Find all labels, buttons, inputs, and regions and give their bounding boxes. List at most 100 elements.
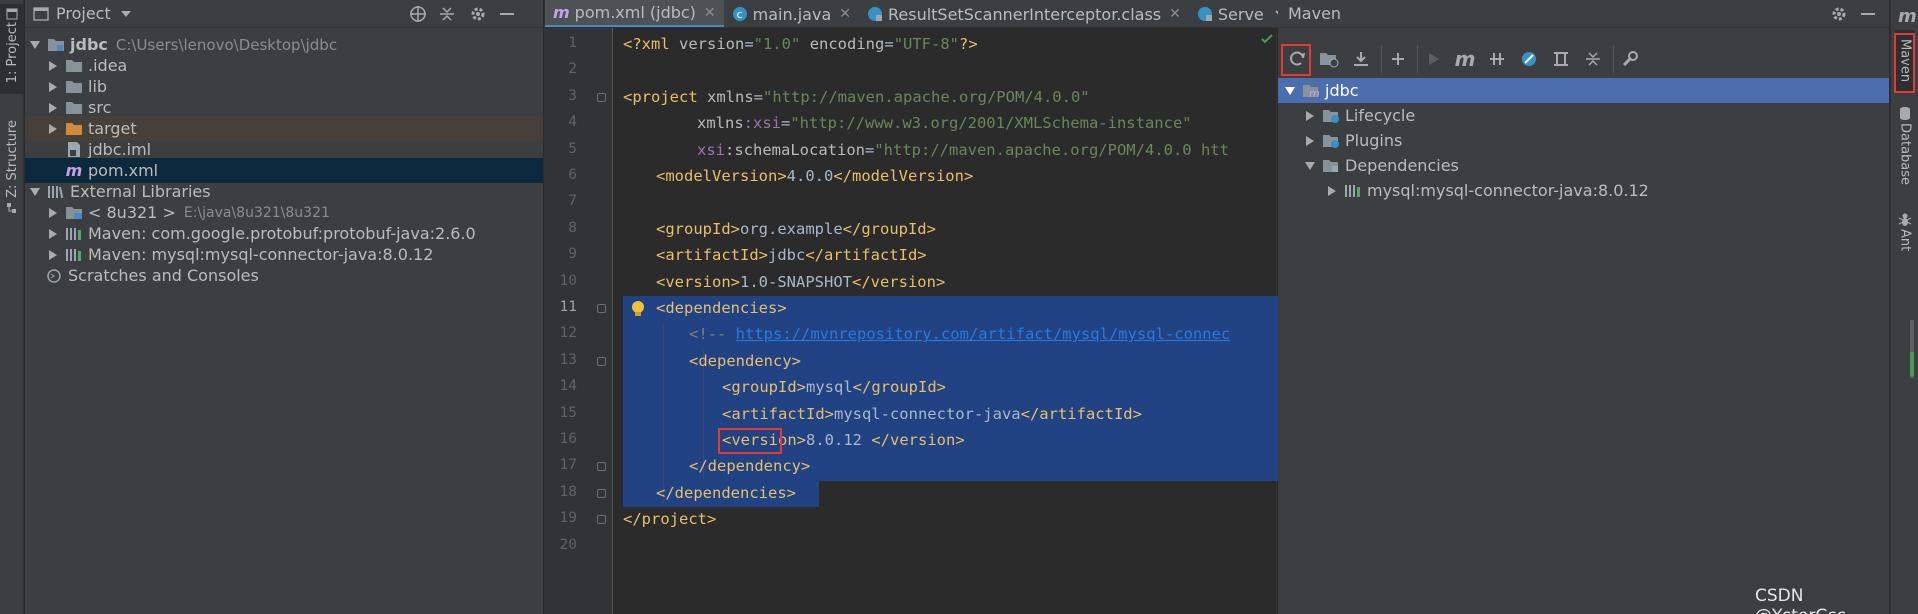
- code-token: =: [884, 35, 894, 53]
- tree-item-label: pom.xml: [88, 161, 159, 180]
- ant-tool-tab[interactable]: Ant: [1895, 212, 1915, 251]
- collapsed-arrow-icon[interactable]: [43, 81, 63, 92]
- collapsed-arrow-icon[interactable]: [43, 228, 63, 239]
- download-icon: [1352, 50, 1370, 68]
- tab-servers[interactable]: Servers: [1189, 0, 1265, 27]
- run-maven-build-button[interactable]: [1417, 45, 1449, 73]
- tab-pom-xml[interactable]: m pom.xml (jdbc) ✕: [545, 0, 724, 27]
- code-line: </project>: [623, 506, 716, 532]
- code-token: <groupId>: [722, 378, 806, 397]
- inspection-ok-icon[interactable]: [1261, 34, 1273, 44]
- intention-bulb-icon[interactable]: [631, 300, 645, 318]
- project-panel-title: Project: [56, 4, 111, 23]
- code-line: <version>1.0-SNAPSHOT</version>: [656, 269, 945, 295]
- code-token: "http://www.w3.org/2001/XMLSchema-instan…: [790, 114, 1192, 133]
- tree-item-label: jdbc.iml: [88, 140, 152, 159]
- code-token: ?>: [959, 35, 978, 53]
- code-line: <project xmlns="http://maven.apache.org/…: [623, 84, 1090, 110]
- editor-area: m pom.xml (jdbc) ✕ c main.java ✕ ResultS…: [544, 0, 1278, 614]
- folder-icon: [63, 99, 85, 117]
- maven-toolbar: m: [1278, 42, 1889, 76]
- database-tool-tab[interactable]: Database: [1895, 106, 1915, 185]
- expanded-arrow-icon[interactable]: [25, 187, 45, 196]
- code-token: 1.0-SNAPSHOT: [740, 272, 852, 291]
- close-icon[interactable]: ✕: [839, 6, 851, 22]
- database-tab-label: Database: [1897, 123, 1913, 186]
- view-dropdown-icon[interactable]: [120, 10, 131, 18]
- code-token: "1.0": [753, 35, 801, 53]
- code-token: :schemaLocation: [725, 140, 865, 159]
- tab-main-java[interactable]: c main.java ✕: [724, 0, 859, 27]
- show-dependencies-button[interactable]: [1545, 45, 1577, 73]
- tree-item-label: lib: [88, 77, 108, 96]
- tree-item-label: Dependencies: [1345, 156, 1459, 175]
- collapsed-arrow-icon[interactable]: [43, 102, 63, 113]
- toggle-offline-mode-button[interactable]: [1481, 45, 1513, 73]
- collapsed-arrow-icon[interactable]: [1300, 135, 1320, 146]
- collapsed-arrow-icon[interactable]: [43, 249, 63, 260]
- structure-tool-tab[interactable]: Z: Structure: [0, 120, 24, 220]
- code-area[interactable]: <?xml version="1.0" encoding="UTF-8"?> <p…: [545, 28, 1278, 614]
- wrench-icon: [1621, 50, 1639, 68]
- collapse-all-icon[interactable]: [439, 5, 455, 23]
- collapsed-arrow-icon[interactable]: [1300, 110, 1320, 121]
- scratches-icon: [43, 267, 65, 285]
- code-line: <groupId>org.example</groupId>: [656, 216, 936, 242]
- database-icon: [1899, 106, 1911, 120]
- code-token: </project>: [623, 510, 717, 529]
- plugins-folder-icon: [1320, 132, 1342, 150]
- expanded-arrow-icon[interactable]: [1280, 86, 1300, 95]
- close-icon[interactable]: ✕: [1169, 6, 1181, 22]
- code-token: <version>: [656, 272, 740, 291]
- gear-icon[interactable]: [1830, 5, 1848, 23]
- execute-maven-goal-button[interactable]: m: [1449, 45, 1481, 73]
- code-token: </dependency>: [689, 457, 811, 476]
- tree-item-label: jdbc: [1325, 81, 1359, 100]
- gear-icon[interactable]: [469, 5, 487, 23]
- code-token: jdbc: [767, 246, 806, 265]
- project-window-icon: [33, 6, 49, 21]
- collapse-all-button[interactable]: [1577, 45, 1609, 73]
- tree-item-label: src: [88, 98, 112, 117]
- collapsed-arrow-icon[interactable]: [43, 207, 63, 218]
- tabs-dropdown-button[interactable]: [1265, 0, 1278, 27]
- highlight-reload-button: [1281, 44, 1311, 76]
- offline-icon: [1488, 50, 1506, 68]
- generate-sources-button[interactable]: [1313, 45, 1345, 73]
- maven-tree-item-dependencies[interactable]: Dependencies: [1278, 153, 1889, 178]
- maven-icon: m: [1898, 6, 1917, 27]
- skip-tests-button[interactable]: [1513, 45, 1545, 73]
- diagram-icon: [1552, 50, 1570, 68]
- tree-item-label: External Libraries: [70, 182, 211, 201]
- collapsed-arrow-icon[interactable]: [1322, 185, 1342, 196]
- close-icon[interactable]: ✕: [704, 5, 716, 21]
- code-token: </artifactId>: [1020, 404, 1142, 423]
- maven-tree-item-mysql-connector[interactable]: mysql:mysql-connector-java:8.0.12: [1278, 178, 1889, 203]
- project-tool-tab[interactable]: 1: Project: [0, 4, 24, 94]
- library-icon: [63, 225, 85, 243]
- collapsed-arrow-icon[interactable]: [43, 123, 63, 134]
- code-line: <dependencies>: [656, 295, 787, 321]
- tab-resultset-class[interactable]: ResultSetScannerInterceptor.class ✕: [859, 0, 1189, 27]
- expanded-arrow-icon[interactable]: [25, 40, 45, 49]
- maven-settings-button[interactable]: [1613, 45, 1645, 73]
- code-token: </groupId>: [852, 378, 946, 397]
- locate-icon[interactable]: [409, 5, 427, 23]
- structure-tab-label: Z: Structure: [4, 120, 20, 198]
- code-token: <dependency>: [689, 351, 801, 370]
- maven-tree-item-plugins[interactable]: Plugins: [1278, 128, 1889, 153]
- add-maven-project-button[interactable]: [1381, 45, 1413, 73]
- tree-item-scratches[interactable]: Scratches and Consoles: [25, 263, 543, 288]
- minimize-icon[interactable]: [1860, 5, 1876, 23]
- code-token: =: [781, 114, 791, 133]
- code-token: <dependencies>: [656, 299, 787, 317]
- collapsed-arrow-icon[interactable]: [43, 60, 63, 71]
- code-token: xsi: [697, 140, 725, 159]
- maven-tree-item-jdbc[interactable]: m jdbc: [1278, 78, 1889, 103]
- tree-item-label: mysql:mysql-connector-java:8.0.12: [1367, 181, 1649, 200]
- maven-tree-item-lifecycle[interactable]: Lifecycle: [1278, 103, 1889, 128]
- code-token: =: [864, 140, 875, 159]
- expanded-arrow-icon[interactable]: [1300, 161, 1320, 170]
- download-sources-button[interactable]: [1345, 45, 1377, 73]
- minimize-icon[interactable]: [499, 5, 515, 23]
